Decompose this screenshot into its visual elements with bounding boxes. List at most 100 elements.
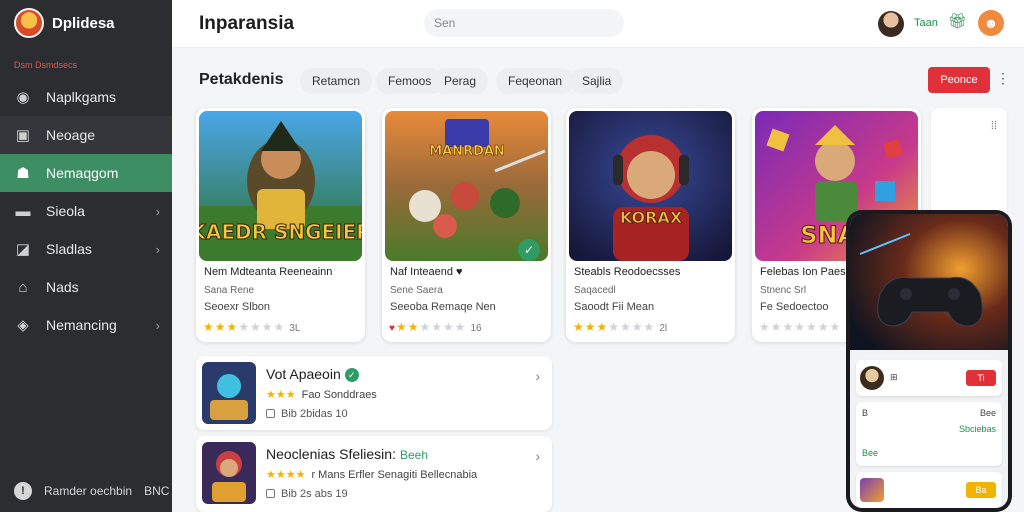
sidebar-item-nemancing[interactable]: ◈ Nemancing › [0,306,172,344]
phone-row-corner: Bee [979,408,996,418]
sidebar-item-label: Neoage [46,127,96,143]
grid-view-icon[interactable]: ⁞⁞ [991,120,997,132]
sidebar-item-sladlas[interactable]: ◪ Sladlas › [0,230,172,268]
list-item[interactable]: Neoclenias Sfeliesin: Beeh ★★★★ r Mans Erf… [196,436,552,512]
phone-row-thumbnail [860,478,884,502]
page-title: Inparansia [199,13,295,34]
list-thumbnail [202,442,256,504]
sidebar-item-sieola[interactable]: ▬ Sieola › [0,192,172,230]
rating-count: 3L [289,323,301,334]
top-bar: Inparansia Taan 🎁︎ ☻ [172,0,1024,48]
checkbox-icon [266,489,275,498]
rating-stars: ★★★★ r Mans Erfler Senagiti Bellecnabia [266,469,478,481]
filter-chip[interactable]: Perag [432,68,489,94]
list-title: Vot Apaeoin ✓ [266,366,359,382]
user-menu-icon[interactable]: ☻ [978,10,1004,36]
rating-stars: ★★★★★★★ 2l [573,320,668,334]
briefcase-icon: ▣ [15,127,31,144]
filter-chip[interactable]: Feqeonan [496,68,575,94]
phone-list-row[interactable]: ⊞ Ti [856,360,1002,396]
card-meta: Saqacedl [574,285,616,296]
card-subtitle: Seoexr Slbon [204,301,271,313]
gift-icon[interactable]: 🎁︎ [948,12,967,30]
phone-row-button[interactable]: Ti [966,370,996,386]
primary-action-button[interactable]: Peonce [928,67,990,93]
chevron-right-icon: › [155,241,160,257]
phone-row-button[interactable]: Ba [966,482,996,498]
sidebar-item-label: Naplkgams [46,89,117,105]
phone-row-icon: ⊞ [890,372,898,382]
card-subtitle: Seeoba Remaqe Nen [390,301,496,313]
cover-title: MANRDAN [429,144,505,159]
game-cover-image: MANRDAN ✓ [385,111,548,261]
card-meta: Sana Rene [204,285,255,296]
search-input[interactable] [424,9,624,37]
sidebar-item-games[interactable]: ◉ Naplkgams [0,78,172,116]
brand-name: Dplidesa [52,14,115,32]
users-icon: ☗ [16,165,30,182]
sidebar-item-nads[interactable]: ⌂ Nads [0,268,172,306]
sidebar-item-active[interactable]: ☗ Nemaqgom [0,154,172,192]
list-item[interactable]: Vot Apaeoin ✓ ★★★ Fao Sonddraes Bib 2bidas… [196,356,552,430]
top-label[interactable]: Taan [914,17,938,29]
phone-list-row[interactable]: Ba [856,472,1002,508]
avatar[interactable] [878,11,904,37]
chevron-right-icon[interactable]: › [535,368,540,384]
chevron-right-icon[interactable]: › [535,448,540,464]
check-icon: ✓ [518,239,540,261]
list-thumbnail [202,362,256,424]
sidebar-item-label: Nemaqgom [46,165,119,181]
list-title: Neoclenias Sfeliesin: Beeh [266,446,428,462]
card-meta: Sene Saera [390,285,443,296]
card-meta: Stnenc Srl [760,285,807,296]
sidebar-footer-suffix: BNC [144,484,170,498]
phone-row-mid: Bee [862,448,879,458]
game-card[interactable]: MANRDAN ✓ Naf Inteaend ♥ Sene Saera Seeo… [382,108,551,342]
game-card[interactable]: KAEDR SNGEIER Nem Mdteanta Reeneainn San… [196,108,365,342]
sidebar-item-label: Nemancing [46,317,117,333]
verified-icon: ✓ [344,368,359,382]
folder-icon: ▬ [15,202,31,220]
rating-count: 16 [470,323,482,334]
filter-chip[interactable]: Retamcn [300,68,373,94]
sidebar-section-label: Dsm Dsmdsecs [14,60,78,70]
rating-stars: ★★★ Fao Sonddraes [266,389,377,401]
filter-chip[interactable]: Sajlia [570,68,624,94]
controller-hero-image [850,214,1008,350]
sidebar-footer[interactable]: ! Ramder oechbin BNC [14,482,169,500]
game-card[interactable]: KORAX Steabls Reodoecsses Saqacedl Saood… [566,108,735,342]
brand[interactable]: Dplidesa [0,0,172,46]
sidebar-item-neoage[interactable]: ▣ Neoage [0,116,172,154]
sidebar-item-label: Sladlas [46,241,92,257]
sidebar-item-label: Sieola [46,203,85,219]
cube-icon: ◈ [17,317,29,334]
lock-icon: ⌂ [18,278,28,296]
info-icon: ! [14,482,32,500]
list-meta: Bib 2s abs 19 [266,488,348,500]
game-cover-image: KAEDR SNGEIER [199,111,362,261]
chevron-right-icon: › [155,203,160,219]
sidebar: Dplidesa Dsm Dsmdsecs ◉ Naplkgams ▣ Neoa… [0,0,172,512]
phone-row-left: B [862,408,869,418]
chart-icon: ◪ [15,241,31,258]
sidebar-footer-label: Ramder oechbin [44,484,133,498]
phone-row-right: Sbciebas [958,424,996,434]
card-title: Naf Inteaend ♥ [390,266,463,278]
list-meta: Bib 2bidas 10 [266,408,348,420]
rating-count: 2l [659,323,668,334]
cover-title: KAEDR SNGEIER [199,220,362,244]
sidebar-item-label: Nads [46,279,79,295]
chevron-right-icon: › [155,317,160,333]
brand-logo-icon [14,8,44,38]
more-options-icon[interactable]: ⋮ [996,70,1010,87]
phone-list-row[interactable]: B Bee Sbciebas Bee [856,402,1002,466]
card-subtitle: Saoodt Fii Mean [574,301,655,313]
phone-mockup: ⊞ Ti B Bee Sbciebas Bee Ba [846,210,1012,512]
rating-stars: ★★★★★★★ [759,320,842,334]
phone-screen: ⊞ Ti B Bee Sbciebas Bee Ba [850,214,1008,508]
section-title: Petakdenis [199,71,284,88]
phone-row-avatar [860,366,884,390]
gamepad-icon: ◉ [16,89,30,106]
card-title: Nem Mdteanta Reeneainn [204,266,333,278]
rating-stars: ★★★★★★★ 3L [203,320,301,334]
